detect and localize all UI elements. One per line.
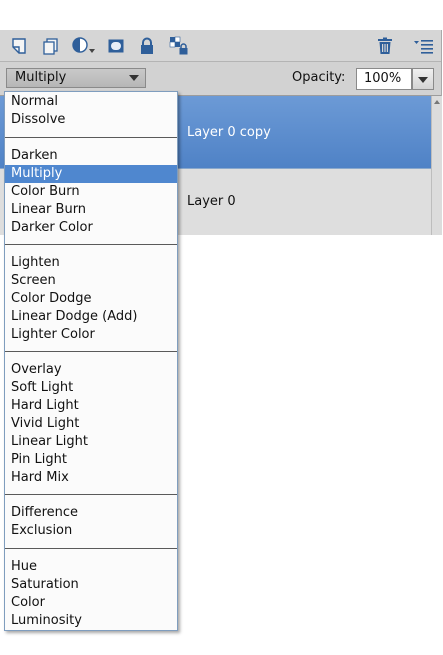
chevron-down-icon [129, 75, 139, 81]
menu-item-exclusion[interactable]: Exclusion [5, 522, 177, 540]
new-layer-icon[interactable] [9, 36, 29, 56]
menu-divider [5, 548, 177, 549]
menu-item-saturation[interactable]: Saturation [5, 576, 177, 594]
menu-item-luminosity[interactable]: Luminosity [5, 612, 177, 630]
opacity-value: 100% [364, 71, 402, 86]
menu-group-lighten: Lighten Screen Color Dodge Linear Dodge … [5, 254, 177, 344]
menu-item-darken[interactable]: Darken [5, 147, 177, 165]
menu-item-linear-light[interactable]: Linear Light [5, 433, 177, 451]
lock-all-icon[interactable] [137, 36, 157, 56]
new-group-icon[interactable] [40, 36, 60, 56]
menu-divider [5, 137, 177, 138]
layers-scrollbar[interactable] [431, 96, 442, 235]
menu-divider [5, 351, 177, 352]
panel-menu-icon[interactable] [414, 36, 434, 56]
menu-item-darker-color[interactable]: Darker Color [5, 219, 177, 237]
menu-item-color-dodge[interactable]: Color Dodge [5, 290, 177, 308]
menu-item-dissolve[interactable]: Dissolve [5, 111, 177, 129]
menu-item-difference[interactable]: Difference [5, 504, 177, 522]
menu-item-hard-light[interactable]: Hard Light [5, 397, 177, 415]
menu-item-lighten[interactable]: Lighten [5, 254, 177, 272]
blend-mode-menu: Normal Dissolve Darken Multiply Color Bu… [4, 91, 178, 631]
blend-mode-select[interactable]: Multiply [6, 68, 146, 88]
menu-item-soft-light[interactable]: Soft Light [5, 379, 177, 397]
menu-item-vivid-light[interactable]: Vivid Light [5, 415, 177, 433]
menu-item-hue[interactable]: Hue [5, 558, 177, 576]
menu-item-hard-mix[interactable]: Hard Mix [5, 469, 177, 487]
opacity-input[interactable]: 100% [356, 68, 412, 90]
layer-name: Layer 0 copy [187, 125, 271, 140]
menu-item-multiply[interactable]: Multiply [5, 165, 177, 183]
menu-group-darken: Darken Multiply Color Burn Linear Burn D… [5, 147, 177, 237]
layer-name: Layer 0 [187, 194, 236, 209]
lock-transparent-icon[interactable] [169, 36, 189, 56]
menu-group-difference: Difference Exclusion [5, 504, 177, 540]
menu-item-color-burn[interactable]: Color Burn [5, 183, 177, 201]
menu-item-screen[interactable]: Screen [5, 272, 177, 290]
scroll-up-icon[interactable] [434, 100, 440, 104]
layers-toolbar [0, 30, 441, 62]
chevron-down-icon [418, 77, 428, 83]
menu-divider [5, 244, 177, 245]
menu-item-lighter-color[interactable]: Lighter Color [5, 326, 177, 344]
trash-icon[interactable] [375, 36, 395, 56]
blend-mode-value: Multiply [15, 70, 67, 85]
menu-divider [5, 494, 177, 495]
menu-group-normal: Normal Dissolve [5, 93, 177, 129]
opacity-dropdown-button[interactable] [412, 68, 434, 90]
menu-group-hue: Hue Saturation Color Luminosity [5, 558, 177, 630]
menu-item-normal[interactable]: Normal [5, 93, 177, 111]
opacity-label: Opacity: [292, 70, 346, 85]
menu-group-overlay: Overlay Soft Light Hard Light Vivid Ligh… [5, 361, 177, 487]
layer-mask-icon[interactable] [106, 36, 126, 56]
menu-item-color[interactable]: Color [5, 594, 177, 612]
menu-item-linear-dodge[interactable]: Linear Dodge (Add) [5, 308, 177, 326]
menu-item-linear-burn[interactable]: Linear Burn [5, 201, 177, 219]
menu-item-pin-light[interactable]: Pin Light [5, 451, 177, 469]
adjustment-layer-icon[interactable] [71, 36, 97, 56]
menu-item-overlay[interactable]: Overlay [5, 361, 177, 379]
